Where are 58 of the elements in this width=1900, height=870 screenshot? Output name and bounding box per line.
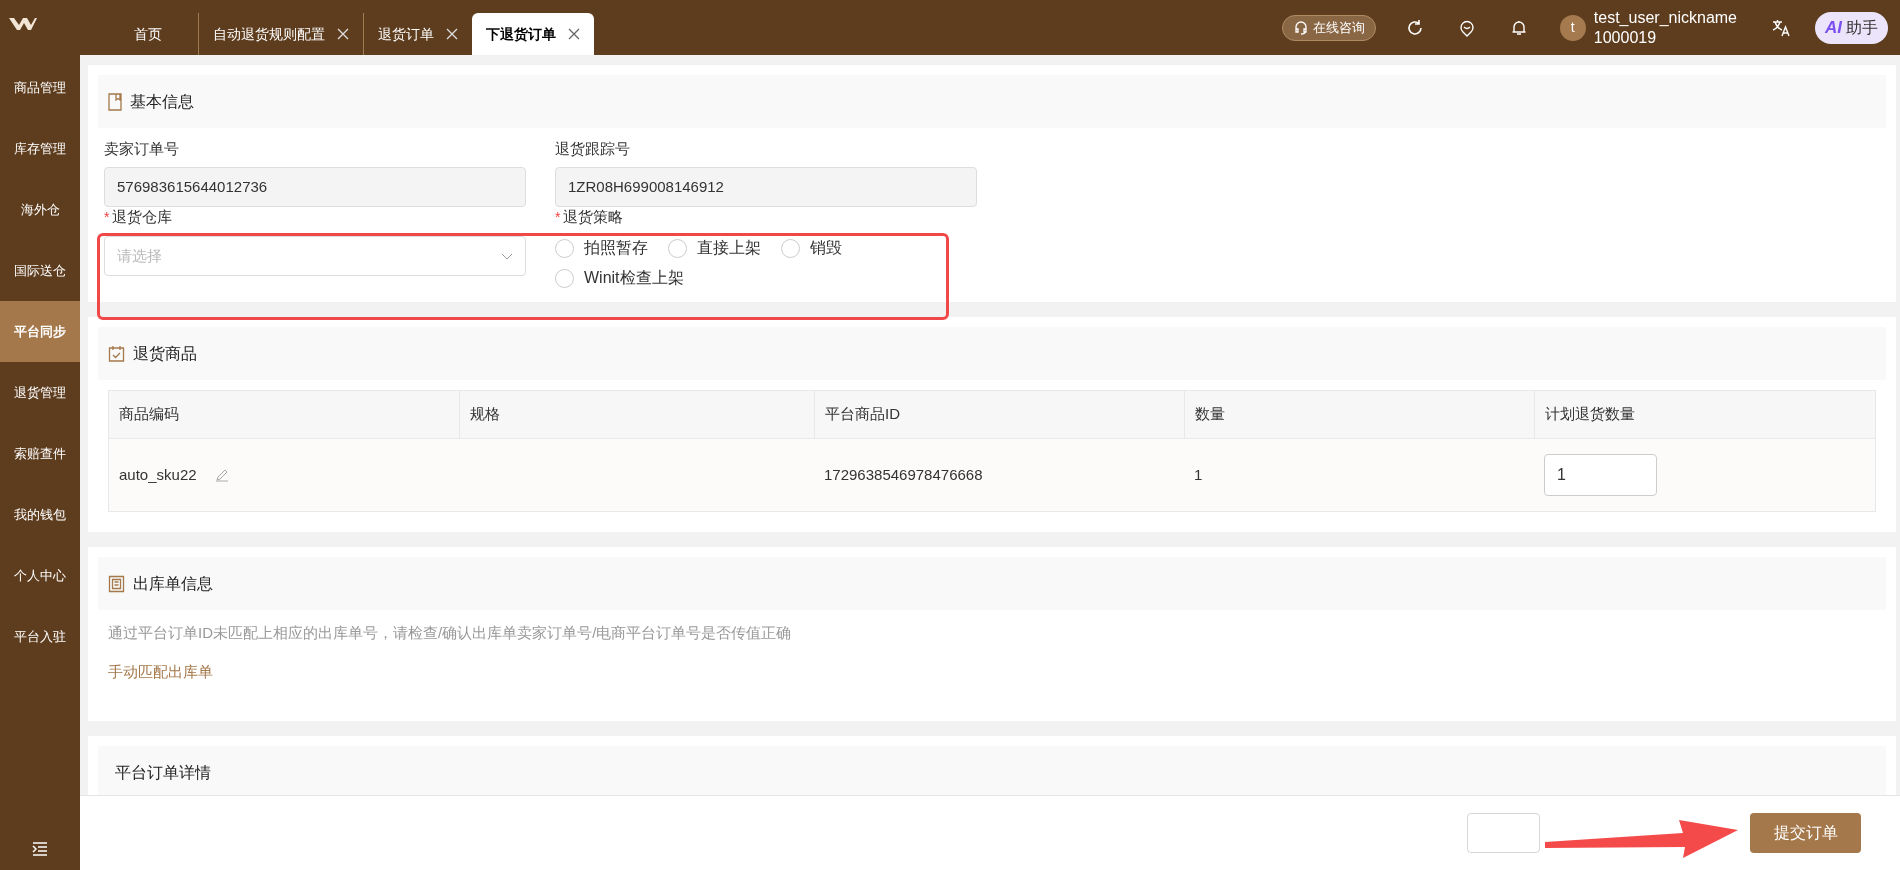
text-field[interactable]: 1ZR08H699008146912 xyxy=(555,167,977,207)
tab[interactable]: 首页 xyxy=(98,13,198,55)
field-label: 退货跟踪号 xyxy=(555,139,631,159)
info-message: 通过平台订单ID未匹配上相应的出库单号，请检查/确认出库单卖家订单号/电商平台订单号是否传值正确 xyxy=(108,623,793,643)
consult-button[interactable]: 在线咨询 xyxy=(1281,14,1376,41)
menu-collapse-icon[interactable] xyxy=(32,842,48,856)
chevron-down-icon xyxy=(501,252,513,260)
book-icon xyxy=(108,92,122,111)
refresh-icon[interactable] xyxy=(1405,18,1424,37)
radio-option[interactable]: Winit检查上架 xyxy=(555,266,684,290)
column-header: 平台商品ID xyxy=(814,391,1184,438)
translate-icon[interactable] xyxy=(1771,17,1791,38)
user-nickname: test_user_nickname xyxy=(1593,7,1737,28)
quantity-input[interactable]: 1 xyxy=(1544,454,1657,496)
radio-option[interactable]: 销毁 xyxy=(781,236,842,260)
assistant-button[interactable]: AI 助手 xyxy=(1815,11,1888,44)
section-title: 出库单信息 xyxy=(133,573,213,594)
text-field[interactable]: 576983615644012736 xyxy=(104,167,526,207)
sidebar-item[interactable]: 平台入驻 xyxy=(0,606,80,667)
document-icon xyxy=(108,574,125,593)
radio-option[interactable]: 直接上架 xyxy=(668,236,761,260)
sidebar-item[interactable]: 我的钱包 xyxy=(0,484,80,545)
section-title: 基本信息 xyxy=(130,91,194,112)
sidebar-item[interactable]: 国际送仓 xyxy=(0,240,80,301)
manual-match-link[interactable]: 手动匹配出库单 xyxy=(108,660,213,683)
calendar-check-icon xyxy=(108,345,125,362)
sidebar-item[interactable]: 平台同步 xyxy=(0,301,80,362)
column-header: 商品编码 xyxy=(118,404,180,425)
column-header: 计划退货数量 xyxy=(1534,391,1875,438)
tab[interactable]: 下退货订单 xyxy=(472,13,594,55)
required-asterisk: * xyxy=(104,209,110,225)
tab[interactable]: 自动退货规则配置 xyxy=(198,13,363,55)
table-cell-text: auto_sku22 xyxy=(119,464,197,485)
close-icon[interactable] xyxy=(568,28,580,40)
sidebar-item[interactable]: 个人中心 xyxy=(0,545,80,606)
sidebar-item[interactable]: 库存管理 xyxy=(0,118,80,179)
sidebar-item[interactable]: 索赔查件 xyxy=(0,423,80,484)
sidebar-item[interactable]: 商品管理 xyxy=(0,57,80,118)
table-cell: 1729638546978476668 xyxy=(824,466,983,483)
section-title: 退货商品 xyxy=(133,343,197,364)
field-label: 退货策略 xyxy=(563,209,624,225)
required-asterisk: * xyxy=(555,209,561,225)
smiley-pin-icon[interactable] xyxy=(1457,18,1476,37)
sidebar-item[interactable]: 退货管理 xyxy=(0,362,80,423)
radio-option[interactable]: 拍照暂存 xyxy=(555,236,648,260)
select-placeholder: 请选择 xyxy=(117,245,162,266)
logo-icon xyxy=(8,17,38,33)
table-cell: 1 xyxy=(1194,466,1203,483)
field-label: 卖家订单号 xyxy=(104,139,180,159)
column-header: 数量 xyxy=(1184,391,1534,438)
headset-icon xyxy=(1292,19,1309,36)
submit-button[interactable]: 提交订单 xyxy=(1750,813,1861,853)
column-header: 规格 xyxy=(459,391,814,438)
field-label: 退货仓库 xyxy=(112,209,173,225)
user-id: 1000019 xyxy=(1593,27,1658,48)
avatar[interactable]: t xyxy=(1559,14,1586,41)
section-title: 平台订单详情 xyxy=(115,762,211,783)
sidebar-item[interactable]: 海外仓 xyxy=(0,179,80,240)
